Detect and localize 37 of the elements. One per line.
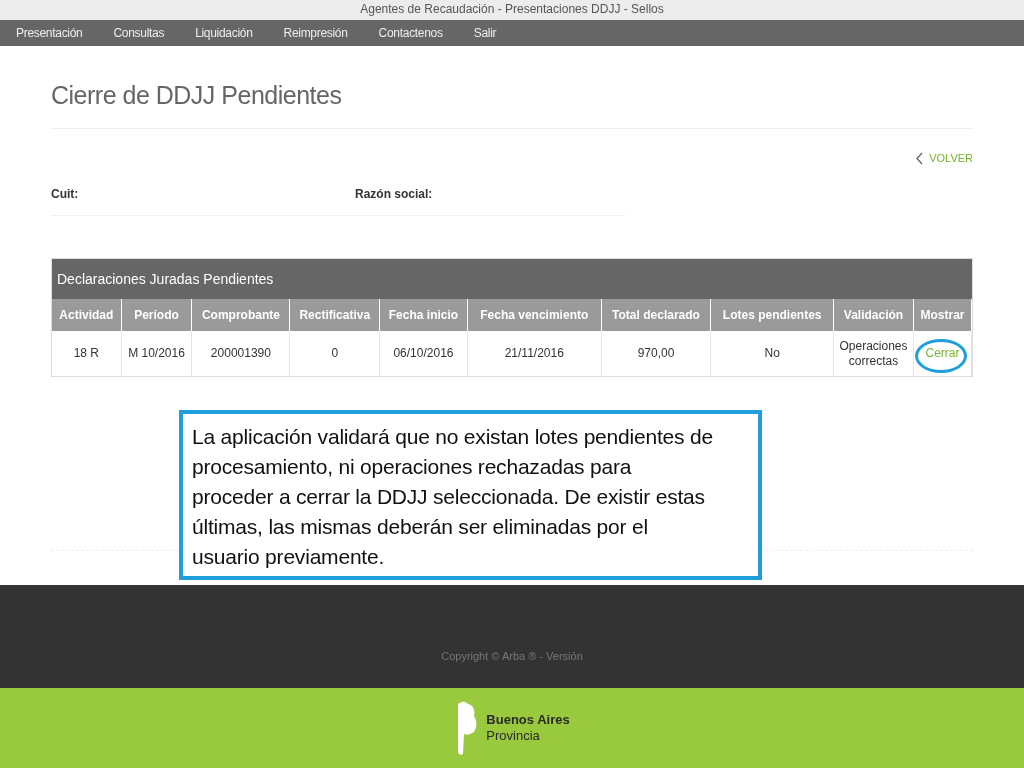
callout-note: La aplicación validará que no existan lotes pendientes de procesamiento, ni operaciones rechazadas para proceder a cerrar la DDJJ seleccionada. De existir estas últimas, las mismas deberán ser eliminadas por el usuario previamente. (179, 410, 762, 580)
column-header: Comprobante (191, 299, 290, 331)
close-link[interactable]: Cerrar (925, 346, 960, 361)
nav-link-item[interactable]: Salir (473, 24, 497, 42)
column-header: Período (121, 299, 192, 331)
column-header: Total declarado (601, 299, 711, 331)
table-cell: 18 R (52, 331, 122, 376)
nav-link-item[interactable]: Reimpresión (283, 24, 348, 42)
column-header: Rectificativa (290, 299, 380, 331)
column-header: Fecha inicio (379, 299, 468, 331)
back-chevron-icon (916, 151, 924, 165)
table-cell: M 10/2016 (121, 331, 192, 376)
table-cell: 200001390 (191, 331, 290, 376)
table-cell: Operaciones correctas (833, 331, 914, 376)
field-label: Cuit: (51, 187, 79, 201)
panel-title: Declaraciones Juradas Pendientes (52, 259, 972, 299)
column-header: Mostrar (913, 299, 972, 331)
nav-link-item[interactable]: Liquidación (195, 24, 253, 42)
column-header: Actividad (52, 299, 122, 331)
table-cell: 970,00 (601, 331, 711, 376)
table-cell: 21/11/2016 (467, 331, 602, 376)
back-link[interactable]: VOLVER (929, 149, 973, 167)
copyright-text: Copyright © Arba ® - Versión (441, 648, 583, 664)
page-title: Cierre de DDJJ Pendientes (51, 80, 343, 110)
window-title: Agentes de Recaudación - Presentaciones DDJJ - Sellos (360, 2, 664, 16)
table-cell: 06/10/2016 (379, 331, 468, 376)
column-header: Validación (833, 299, 914, 331)
nav-link-item[interactable]: Consultas (113, 24, 165, 42)
column-header: Lotes pendientes (710, 299, 834, 331)
nav-link-item[interactable]: Contactenos (378, 24, 443, 42)
logo-text: Provincia (486, 728, 541, 744)
field-label: Razón social: (355, 187, 433, 201)
column-header: Fecha vencimiento (467, 299, 602, 331)
nav-link-item[interactable]: Presentación (16, 24, 83, 42)
logo-text: Buenos Aires (486, 712, 570, 728)
table-cell: No (710, 331, 834, 376)
table-cell: 0 (290, 331, 380, 376)
